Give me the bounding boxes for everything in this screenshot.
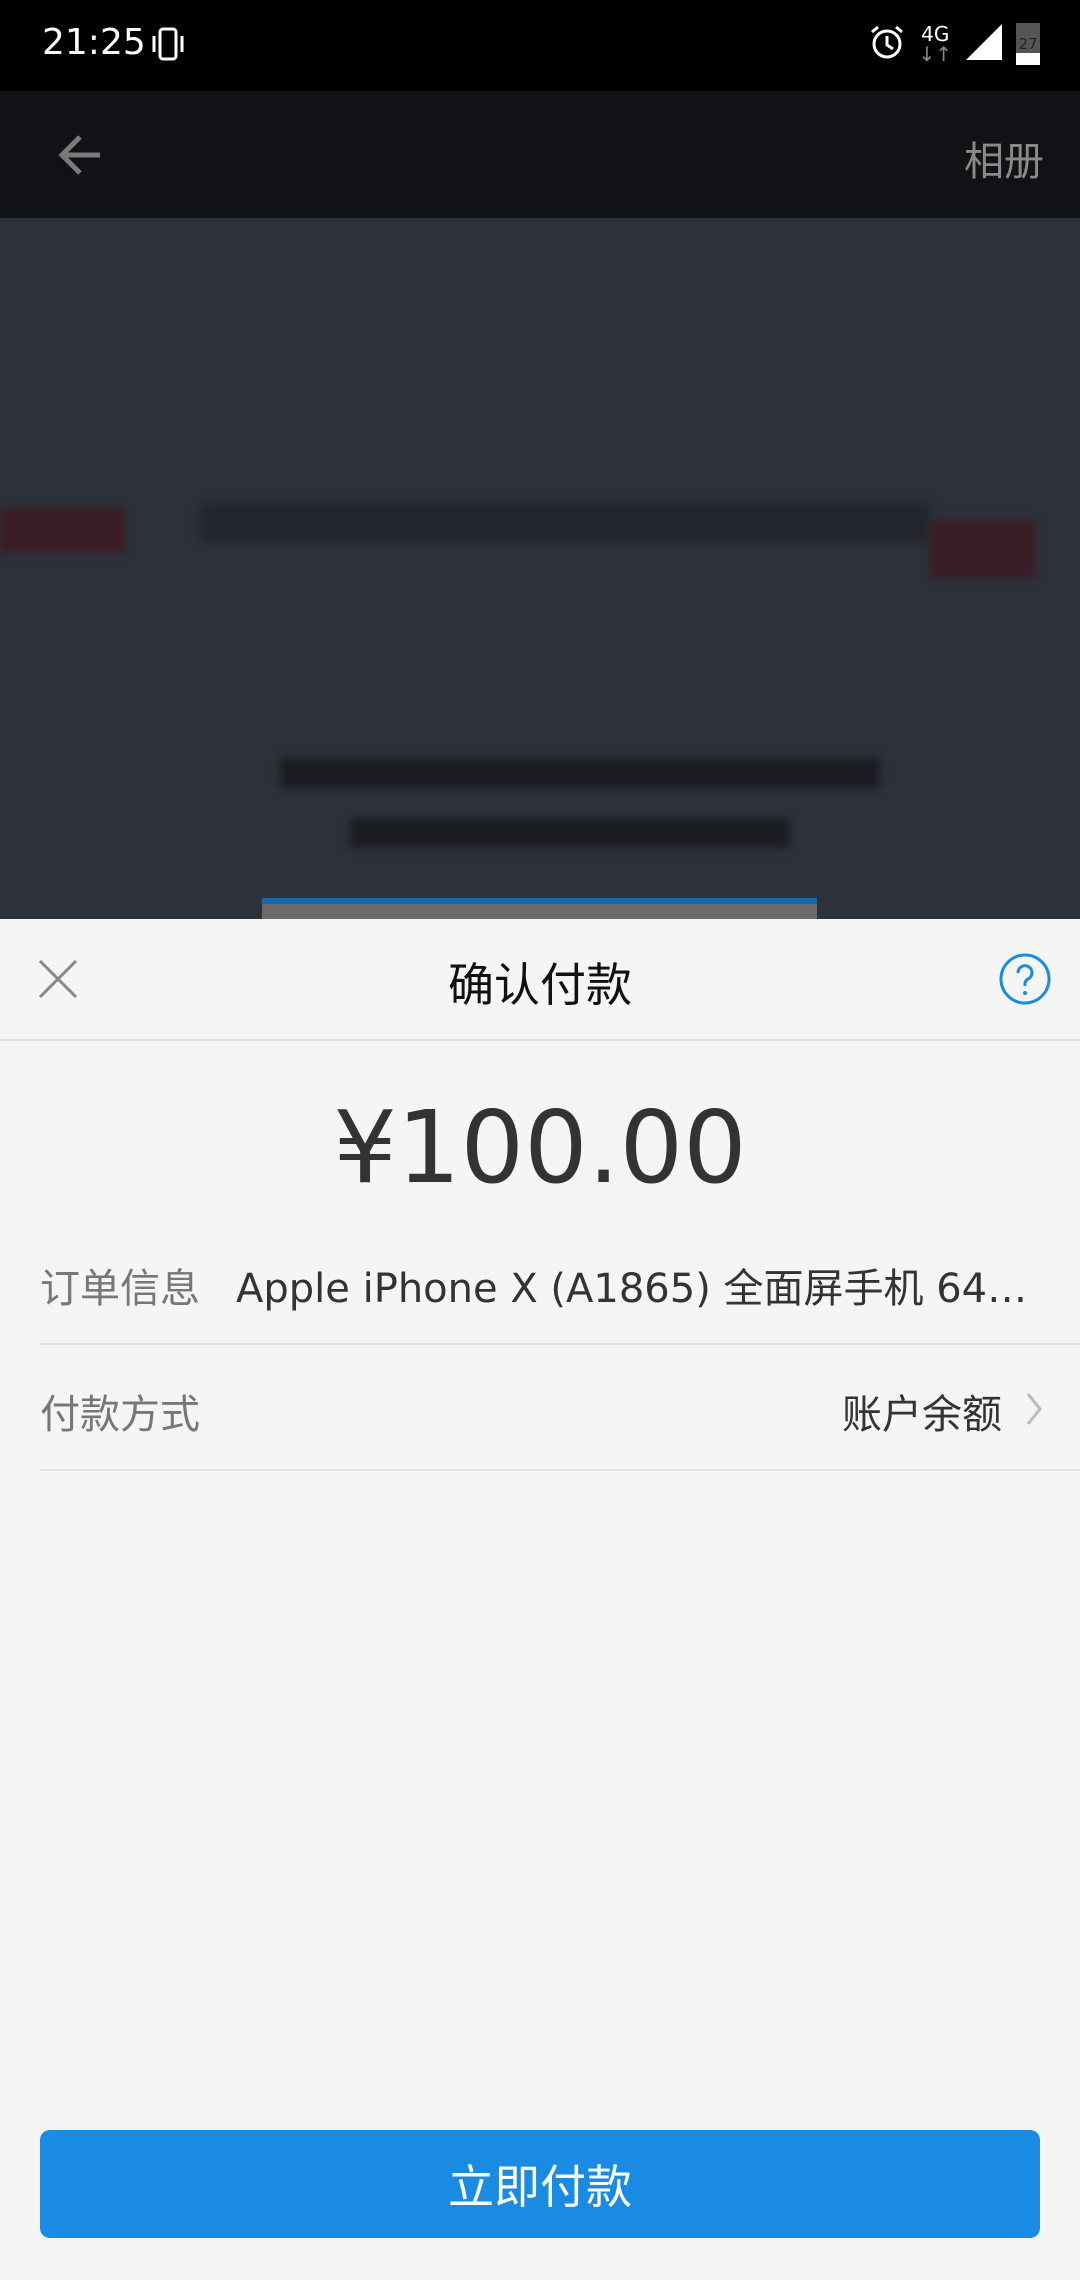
signal-icon [964, 22, 1004, 66]
vibrate-icon [150, 26, 186, 66]
payment-method-label: 付款方式 [40, 1392, 200, 1438]
sheet-header: 确认付款 [0, 919, 1080, 1041]
order-info-value: Apple iPhone X (A1865) 全面屏手机 64GB 深空灰色 移… [236, 1266, 1080, 1312]
payment-sheet: 确认付款 ¥100.00 订单信息 Apple iPhone X (A1865)… [0, 919, 1080, 2280]
battery-icon: 27 [1016, 23, 1040, 65]
sheet-title: 确认付款 [448, 958, 632, 1012]
payment-method-row[interactable]: 付款方式 账户余额 [40, 1353, 1080, 1471]
album-button[interactable]: 相册 [964, 129, 1044, 187]
chevron-right-icon [1026, 1392, 1042, 1430]
order-info-row: 订单信息 Apple iPhone X (A1865) 全面屏手机 64GB 深… [40, 1227, 1080, 1345]
pay-now-button[interactable]: 立即付款 [40, 2130, 1040, 2238]
order-info-label: 订单信息 [40, 1266, 200, 1312]
network-indicator: 4G ↓↑ [918, 22, 952, 66]
blurred-scan-background [0, 218, 1080, 926]
payment-amount: ¥100.00 [333, 1089, 747, 1206]
alarm-icon [868, 23, 906, 65]
status-bar: 21:25 4G ↓↑ 27 [0, 0, 1080, 91]
payment-method-value: 账户余额 [842, 1392, 1002, 1438]
app-bar: 相册 [0, 91, 1080, 218]
help-icon[interactable] [998, 952, 1052, 1010]
status-time: 21:25 [42, 22, 146, 63]
back-arrow-icon[interactable] [56, 131, 104, 183]
battery-level: 27 [1018, 35, 1038, 53]
